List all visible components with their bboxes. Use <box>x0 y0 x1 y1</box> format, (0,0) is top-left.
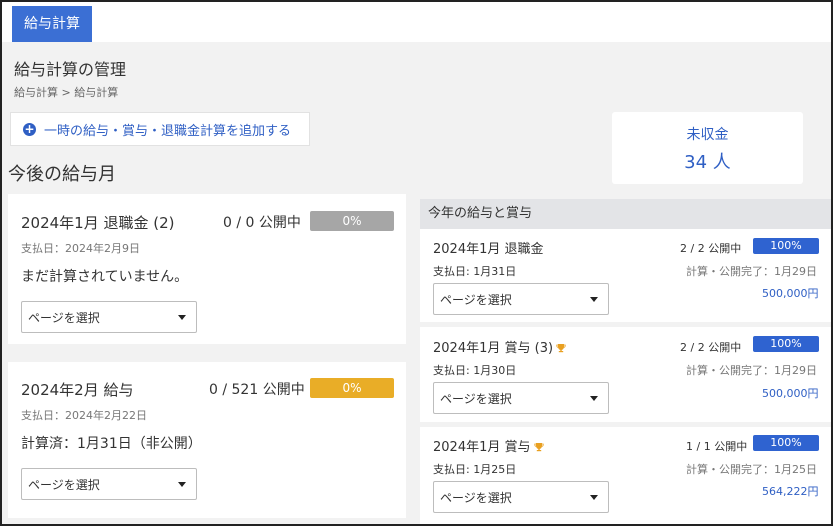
completion-date: 計算・公開完了：1月25日 <box>686 463 817 476</box>
page-select-value: ページを選択 <box>28 310 100 325</box>
pay-date: 支払日：2024年2月22日 <box>21 409 147 422</box>
unpaid-label: 未収金 <box>686 127 729 143</box>
caret-down-icon <box>590 297 598 302</box>
publish-count: 0 / 0 公開中 <box>223 215 301 231</box>
page-select-value: ページを選択 <box>440 391 512 406</box>
caret-down-icon <box>178 315 186 320</box>
progress-bar: 100% <box>753 336 819 352</box>
this-year-card-retirement: 2024年1月 退職金 2 / 2 公開中 100% 支払日: 1月31日 計算… <box>420 229 831 322</box>
card-title: 2024年1月 退職金 <box>433 242 544 257</box>
page-select-value: ページを選択 <box>28 477 100 492</box>
publish-count: 1 / 1 公開中 <box>686 440 748 453</box>
progress-bar: 0% <box>310 378 394 398</box>
card-title: 2024年1月 賞与 (3) <box>433 337 566 356</box>
tab-payroll[interactable]: 給与計算 <box>12 6 92 42</box>
publish-count: 2 / 2 公開中 <box>680 242 742 255</box>
this-year-section-title: 今年の給与と賞与 <box>420 199 831 229</box>
publish-count: 0 / 521 公開中 <box>209 382 305 398</box>
plus-circle-icon: + <box>23 121 36 136</box>
card-title: 2024年1月 退職金 (2) <box>21 214 175 232</box>
total-amount: 500,000円 <box>762 387 819 400</box>
trophy-icon <box>556 344 566 353</box>
page-select-value: ページを選択 <box>440 292 512 307</box>
upcoming-card-salary: 2024年2月 給与 0 / 521 公開中 0% 支払日：2024年2月22日… <box>8 362 406 518</box>
card-title-text: 2024年1月 賞与 (3) <box>433 341 554 356</box>
calculation-status: まだ計算されていません。 <box>21 269 189 285</box>
progress-bar: 100% <box>753 238 819 254</box>
page-select-dropdown[interactable]: ページを選択 <box>433 481 609 513</box>
upcoming-section-title: 今後の給与月 <box>8 164 116 185</box>
calculation-status: 計算済：1月31日（非公開） <box>21 436 202 452</box>
pay-date: 支払日: 1月30日 <box>433 364 517 377</box>
breadcrumb[interactable]: 給与計算 > 給与計算 <box>14 84 118 100</box>
app-frame: 給与計算 給与計算の管理 給与計算 > 給与計算 + 一時の給与・賞与・退職金計… <box>0 0 833 526</box>
pay-date: 支払日：2024年2月9日 <box>21 242 140 255</box>
total-amount: 500,000円 <box>762 287 819 300</box>
progress-bar: 0% <box>310 211 394 231</box>
progress-bar: 100% <box>753 435 819 451</box>
pay-date: 支払日: 1月31日 <box>433 265 517 278</box>
unpaid-summary[interactable]: 未収金 34 人 <box>612 112 803 184</box>
caret-down-icon <box>590 396 598 401</box>
page-select-dropdown[interactable]: ページを選択 <box>21 468 197 500</box>
add-calculation-button[interactable]: + 一時の給与・賞与・退職金計算を追加する <box>10 112 310 146</box>
add-calculation-label: 一時の給与・賞与・退職金計算を追加する <box>44 123 292 139</box>
total-amount: 564,222円 <box>762 485 819 498</box>
card-title: 2024年1月 賞与 <box>433 436 544 455</box>
card-title-text: 2024年1月 賞与 <box>433 440 531 455</box>
page-select-dropdown[interactable]: ページを選択 <box>21 301 197 333</box>
this-year-card-bonus: 2024年1月 賞与 1 / 1 公開中 100% 支払日: 1月25日 計算・… <box>420 427 831 524</box>
page-select-value: ページを選択 <box>440 490 512 505</box>
caret-down-icon <box>590 495 598 500</box>
trophy-icon <box>533 443 544 452</box>
completion-date: 計算・公開完了：1月29日 <box>686 265 817 278</box>
card-title: 2024年2月 給与 <box>21 381 134 399</box>
unpaid-count: 34 人 <box>684 152 731 173</box>
caret-down-icon <box>178 482 186 487</box>
page-select-dropdown[interactable]: ページを選択 <box>433 283 609 315</box>
pay-date: 支払日: 1月25日 <box>433 463 517 476</box>
page-title: 給与計算の管理 <box>14 60 127 79</box>
completion-date: 計算・公開完了：1月29日 <box>686 364 817 377</box>
publish-count: 2 / 2 公開中 <box>680 341 742 354</box>
this-year-card-bonus-3: 2024年1月 賞与 (3) 2 / 2 公開中 100% 支払日: 1月30日… <box>420 327 831 422</box>
page-select-dropdown[interactable]: ページを選択 <box>433 382 609 414</box>
upcoming-card-retirement: 2024年1月 退職金 (2) 0 / 0 公開中 0% 支払日：2024年2月… <box>8 194 406 344</box>
tab-bar: 給与計算 <box>2 2 831 42</box>
